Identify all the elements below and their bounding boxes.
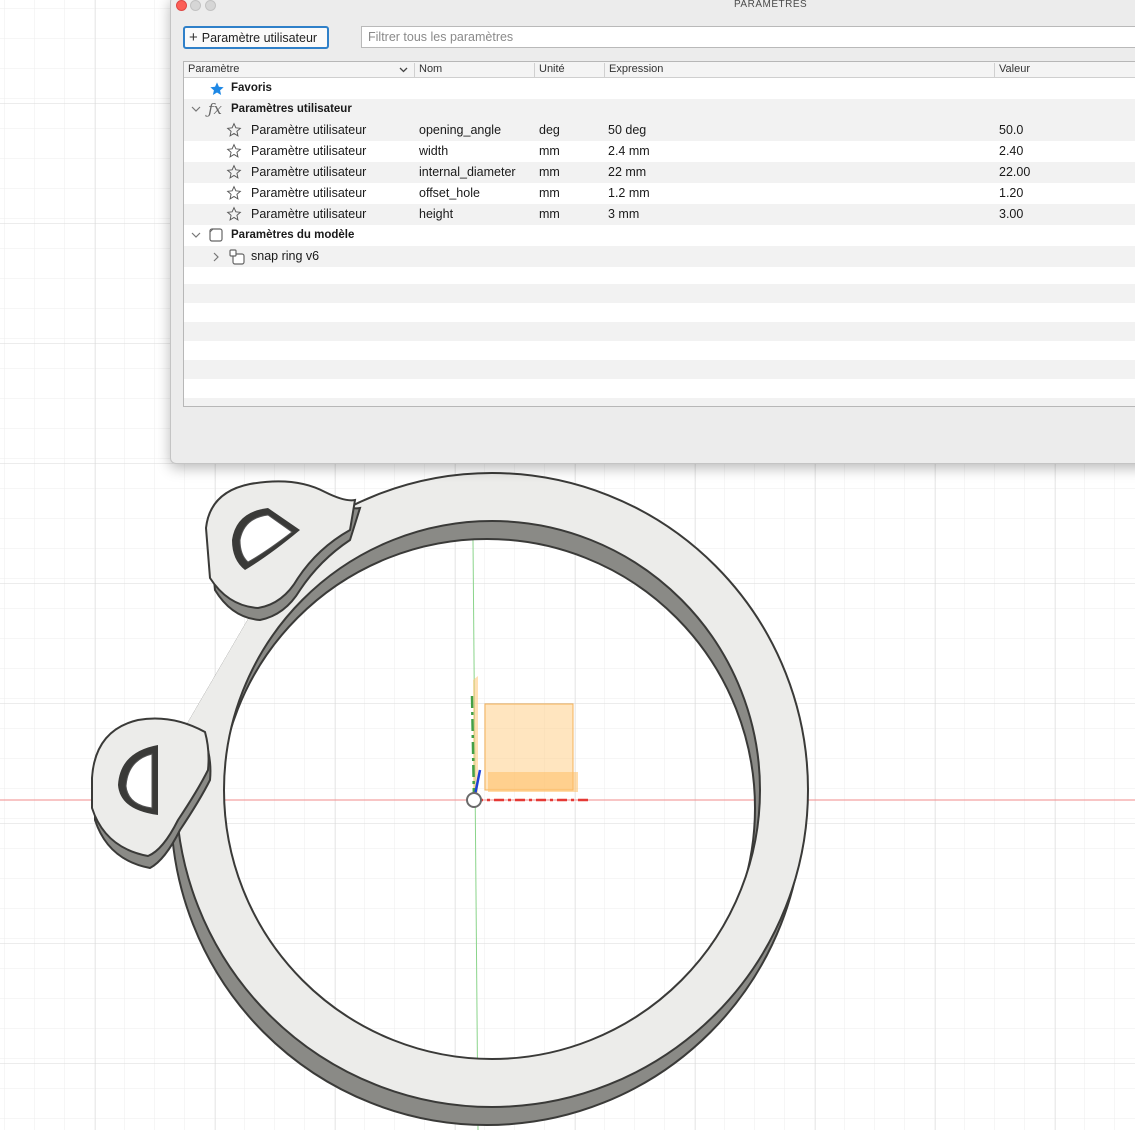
parameters-dialog: PARAMÈTRES + Paramètre utilisateur Param… xyxy=(170,0,1135,464)
parameters-table: Paramètre Nom Unité Expression Valeur Fa… xyxy=(183,61,1135,407)
window-zoom-button[interactable] xyxy=(205,0,216,11)
column-header-parametre[interactable]: Paramètre xyxy=(184,63,414,77)
parameter-type: Paramètre utilisateur xyxy=(251,144,367,158)
parameter-name[interactable]: internal_diameter xyxy=(419,165,516,179)
parameter-unit[interactable]: mm xyxy=(539,186,560,200)
chevron-down-icon[interactable] xyxy=(191,228,201,242)
add-button-label: Paramètre utilisateur xyxy=(201,30,318,45)
column-header-nom[interactable]: Nom xyxy=(414,63,534,77)
favorites-label: Favoris xyxy=(231,82,272,94)
model-component-name: snap ring v6 xyxy=(251,249,320,263)
star-outline-icon[interactable] xyxy=(226,185,242,204)
empty-row xyxy=(184,398,1135,406)
parameter-value: 1.20 xyxy=(999,186,1024,200)
user-parameter-row[interactable]: Paramètre utilisateur internal_diameter mm… xyxy=(184,162,1135,183)
dialog-footer xyxy=(183,407,1135,459)
star-outline-icon[interactable] xyxy=(226,206,242,225)
window-minimize-button[interactable] xyxy=(190,0,201,11)
chevron-down-icon[interactable] xyxy=(191,102,201,116)
parameter-name[interactable]: opening_angle xyxy=(419,123,501,137)
parameter-name[interactable]: width xyxy=(419,144,448,158)
filter-parameters-input[interactable] xyxy=(361,26,1135,48)
parameter-type: Paramètre utilisateur xyxy=(251,165,367,179)
favorites-row[interactable]: Favoris xyxy=(184,78,1135,99)
column-label: Valeur xyxy=(999,63,1030,75)
window-close-button[interactable] xyxy=(176,0,187,11)
cube-icon xyxy=(209,228,223,242)
parameter-expression[interactable]: 2.4 mm xyxy=(608,144,650,158)
column-label: Nom xyxy=(419,63,443,75)
parameter-value: 3.00 xyxy=(999,207,1024,221)
model-component-row[interactable]: snap ring v6 xyxy=(184,246,1135,267)
component-icon xyxy=(229,249,245,265)
parameter-name[interactable]: offset_hole xyxy=(419,186,480,200)
parameter-value: 22.00 xyxy=(999,165,1031,179)
column-label: Unité xyxy=(539,63,565,75)
dialog-title: PARAMÈTRES xyxy=(734,0,808,10)
chevron-down-icon[interactable] xyxy=(399,63,408,77)
plus-icon: + xyxy=(189,28,198,46)
parameter-value: 2.40 xyxy=(999,144,1024,158)
user-parameter-row[interactable]: Paramètre utilisateur opening_angle deg 50 … xyxy=(184,120,1135,141)
parameter-unit[interactable]: deg xyxy=(539,123,560,137)
column-header-unite[interactable]: Unité xyxy=(534,63,604,77)
parameter-expression[interactable]: 50 deg xyxy=(608,123,646,137)
empty-row xyxy=(184,284,1135,303)
parameter-expression[interactable]: 1.2 mm xyxy=(608,186,650,200)
column-header-expression[interactable]: Expression xyxy=(604,63,994,77)
column-label: Paramètre xyxy=(188,63,240,75)
star-outline-icon[interactable] xyxy=(226,122,242,141)
user-parameter-row[interactable]: Paramètre utilisateur height mm 3 mm 3.00 xyxy=(184,204,1135,225)
user-parameter-row[interactable]: Paramètre utilisateur offset_hole mm 1.2 mm… xyxy=(184,183,1135,204)
star-outline-icon[interactable] xyxy=(226,143,242,162)
user-parameters-group-row[interactable]: ƒx Paramètres utilisateur xyxy=(184,99,1135,120)
parameter-name[interactable]: height xyxy=(419,207,453,221)
parameter-unit[interactable]: mm xyxy=(539,144,560,158)
model-parameters-group-row[interactable]: Paramètres du modèle xyxy=(184,225,1135,246)
parameter-type: Paramètre utilisateur xyxy=(251,207,367,221)
parameter-unit[interactable]: mm xyxy=(539,165,560,179)
parameter-type: Paramètre utilisateur xyxy=(251,123,367,137)
empty-row xyxy=(184,322,1135,341)
star-filled-icon xyxy=(210,82,224,95)
parameter-expression[interactable]: 22 mm xyxy=(608,165,646,179)
model-parameters-group-label: Paramètres du modèle xyxy=(231,229,355,241)
origin-point[interactable] xyxy=(466,792,482,808)
chevron-right-icon[interactable] xyxy=(212,251,220,263)
user-parameter-row[interactable]: Paramètre utilisateur width mm 2.4 mm 2.40 xyxy=(184,141,1135,162)
column-label: Expression xyxy=(609,63,664,75)
column-header-valeur[interactable]: Valeur xyxy=(994,63,1135,77)
parameter-expression[interactable]: 3 mm xyxy=(608,207,639,221)
dialog-titlebar: PARAMÈTRES xyxy=(171,0,1135,11)
add-user-parameter-button[interactable]: + Paramètre utilisateur xyxy=(183,26,329,49)
empty-row xyxy=(184,360,1135,379)
parameter-value: 50.0 xyxy=(999,123,1024,137)
star-outline-icon[interactable] xyxy=(226,164,242,183)
table-header: Paramètre Nom Unité Expression Valeur xyxy=(184,62,1135,78)
user-parameters-group-label: Paramètres utilisateur xyxy=(231,103,352,115)
parameter-type: Paramètre utilisateur xyxy=(251,186,367,200)
parameter-unit[interactable]: mm xyxy=(539,207,560,221)
function-fx-icon: ƒx xyxy=(208,100,223,118)
